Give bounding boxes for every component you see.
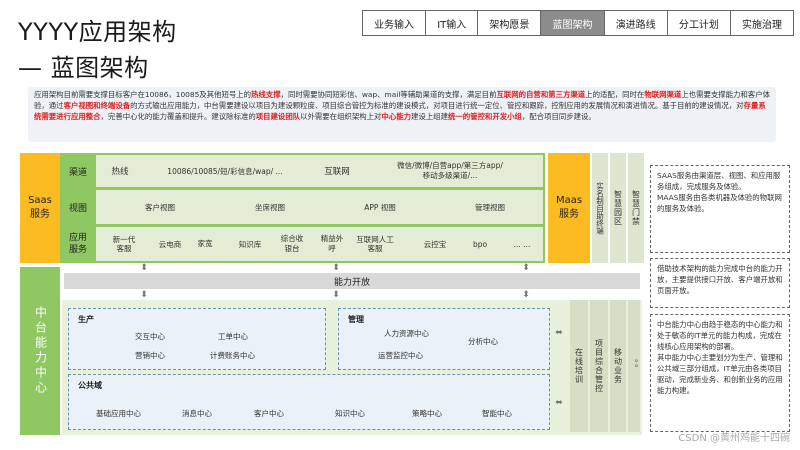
svc-intelligence-center: 智能中心 xyxy=(482,409,512,418)
app-broadband: 家宽 xyxy=(197,239,213,248)
watermark: CSDN @黄州鸡能十四碗 xyxy=(678,433,790,444)
svc-billing-center: 计费账务中心 xyxy=(210,351,255,360)
middle-platform-label: 中台能力中心 xyxy=(20,267,60,435)
step-plan[interactable]: 分工计划 xyxy=(668,11,731,35)
step-business-input[interactable]: 业务输入 xyxy=(363,11,427,35)
svc-message-center: 消息中心 xyxy=(182,409,212,418)
svc-knowledge-center: 知识中心 xyxy=(335,409,365,418)
arrow-updown-icon: ⬍ xyxy=(522,290,530,300)
maas-smart-park: 智慧园区 xyxy=(610,153,626,263)
arrow-leftright-icon: ⬌ xyxy=(555,398,563,408)
app-bpo: bpo xyxy=(472,239,488,249)
app-new-gen-service: 新一代客服 xyxy=(112,235,136,253)
page-title: YYYY应用架构 xyxy=(18,18,177,46)
view-management: 管理视图 xyxy=(475,202,505,212)
view-customer: 客户视图 xyxy=(145,202,175,212)
page-subtitle: — 蓝图架构 xyxy=(18,54,149,82)
app-internet-agent: 互联网人工客服 xyxy=(356,234,394,254)
step-vision[interactable]: 架构愿景 xyxy=(478,11,542,35)
svc-hr-center: 人力资源中心 xyxy=(384,329,429,338)
arrow-updown-icon: ⬍ xyxy=(332,263,340,273)
channel-hotline: 热线 xyxy=(111,167,129,177)
svc-work-order-center: 工单中心 xyxy=(218,332,248,341)
step-governance[interactable]: 实施治理 xyxy=(731,11,793,35)
svc-marketing-center: 营销中心 xyxy=(135,351,165,360)
arrow-updown-icon: ⬍ xyxy=(332,290,340,300)
management-domain xyxy=(338,308,550,370)
note-saas-maas: SAAS服务由渠道层、视图、和应用服务组成，完成服务及体验。 MAAS服务由各类… xyxy=(650,165,790,253)
arrow-updown-icon: ⬍ xyxy=(140,263,148,273)
app-checkout: 综合收银台 xyxy=(280,234,304,253)
channel-internet-detail: 微信/微博/自营app/第三方app/ 移动多级渠道/... xyxy=(397,161,503,180)
col-project-control: 项目综合管控 xyxy=(590,300,608,432)
step-it-input[interactable]: IT输入 xyxy=(426,11,479,35)
step-nav: 业务输入 IT输入 架构愿景 蓝图架构 演进路线 分工计划 实施治理 xyxy=(362,10,794,36)
arrow-leftright-icon: ⬌ xyxy=(555,328,563,338)
row-label-app-service: 应用 服务 xyxy=(68,233,87,255)
common-domain xyxy=(68,374,550,430)
channel-internet: 互联网 xyxy=(324,167,350,177)
note-capability-open: 借助技术架构的能力完成中台的能力开放，主要提供接口开放、客户端开放和页面开放。 xyxy=(650,258,790,308)
col-more: 。。 xyxy=(628,300,640,432)
svc-basic-app-center: 基础应用中心 xyxy=(96,409,141,418)
app-more: ... ... xyxy=(513,239,531,249)
maas-smart-access: 智慧门禁 xyxy=(628,153,644,263)
view-agent: 坐席视图 xyxy=(255,202,285,212)
maas-label: Maas 服务 xyxy=(548,153,590,263)
step-roadmap[interactable]: 演进路线 xyxy=(605,11,668,35)
production-title: 生产 xyxy=(78,315,94,324)
channel-hotline-detail: 10086/10085/短/彩信息/wap/ ... xyxy=(167,166,283,176)
management-title: 管理 xyxy=(348,315,364,324)
row-label-view: 视图 xyxy=(68,203,87,214)
svc-analysis-center: 分析中心 xyxy=(468,337,498,346)
intro-paragraph: 应用架构目前需要支撑目标客户在10086，10085及其他短号上的热线支撑，同时… xyxy=(28,87,776,142)
svc-strategy-center: 策略中心 xyxy=(412,409,442,418)
app-cloud-commerce: 云电商 xyxy=(158,239,182,249)
note-middle-platform: 中台能力中心由趋于稳态的中心能力和处于敏态的IT单元的能力构成，完成在线核心应用… xyxy=(650,314,790,432)
common-title: 公共域 xyxy=(78,381,102,390)
view-app: APP 视图 xyxy=(364,202,396,212)
svc-interaction-center: 交互中心 xyxy=(135,332,165,341)
row-label-channel: 渠道 xyxy=(68,167,87,178)
saas-label: Saas 服务 xyxy=(20,153,60,263)
production-domain xyxy=(68,308,326,370)
col-mobile-business: 移动业务 xyxy=(610,300,626,432)
svc-ops-monitor-center: 运营监控中心 xyxy=(378,351,423,360)
app-outbound: 精益外呼 xyxy=(320,234,344,253)
maas-self-terminal: 实名制自助终端 xyxy=(592,153,608,263)
col-online-training: 在线培训 xyxy=(570,300,588,432)
app-cloud-control: 云控宝 xyxy=(423,239,447,249)
svc-customer-center: 客户中心 xyxy=(254,409,284,418)
step-blueprint[interactable]: 蓝图架构 xyxy=(541,11,605,35)
capability-open-bar: 能力开放 xyxy=(64,273,640,289)
app-knowledge-base: 知识库 xyxy=(238,239,262,249)
arrow-updown-icon: ⬍ xyxy=(140,290,148,300)
arrow-updown-icon: ⬍ xyxy=(522,263,530,273)
